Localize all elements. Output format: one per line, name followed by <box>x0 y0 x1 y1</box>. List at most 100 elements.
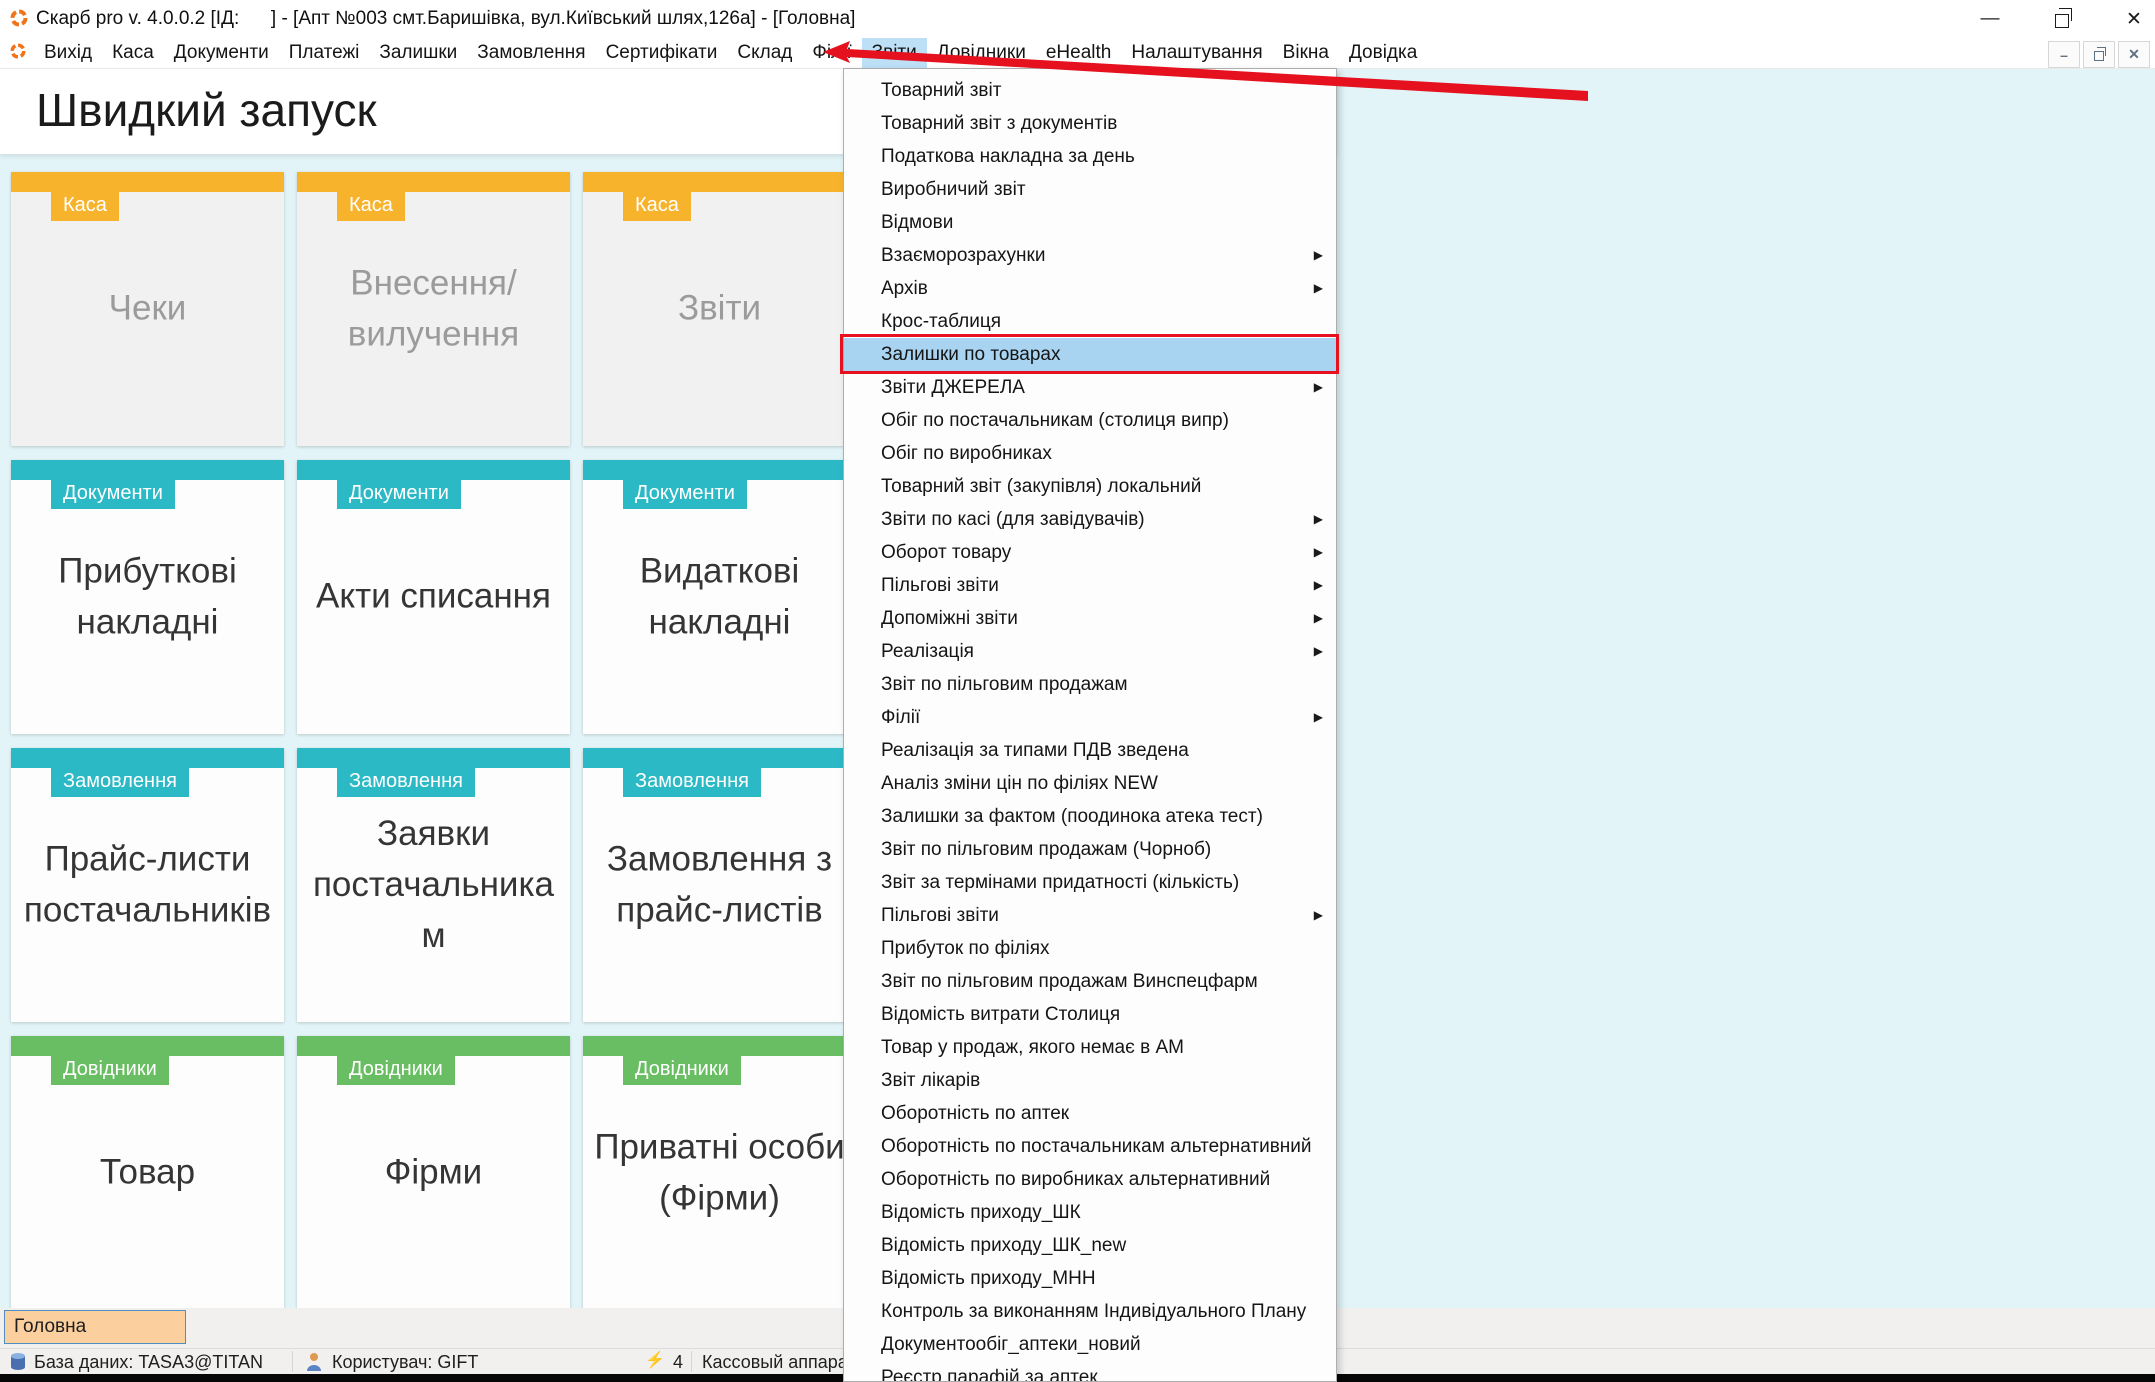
dropdown-item-21[interactable]: Аналіз зміни цін по філіях NEW <box>844 767 1336 800</box>
tile-3[interactable]: ДокументиПрибуткові накладні <box>11 460 284 734</box>
dropdown-item-28[interactable]: Відомість витрати Столиця <box>844 998 1336 1031</box>
tile-5[interactable]: ДокументиВидаткові накладні <box>583 460 856 734</box>
tile-8[interactable]: ЗамовленняЗамовлення з прайс-листів <box>583 748 856 1022</box>
dropdown-item-22[interactable]: Залишки за фактом (поодинока атека тест) <box>844 800 1336 833</box>
mdi-minimize-button[interactable]: – <box>2048 41 2080 68</box>
menubar-item-13[interactable]: Вікна <box>1273 38 1339 68</box>
menubar-item-9[interactable]: Звіти <box>862 38 927 68</box>
dropdown-item-12[interactable]: Товарний звіт (закупівля) локальний <box>844 470 1336 503</box>
dropdown-item-5[interactable]: Взаєморозрахунки▶ <box>844 239 1336 272</box>
dropdown-item-34[interactable]: Відомість приходу_ШК <box>844 1196 1336 1229</box>
dropdown-item-2[interactable]: Податкова накладна за день <box>844 140 1336 173</box>
dropdown-item-19[interactable]: Філії▶ <box>844 701 1336 734</box>
tile-11[interactable]: ДовідникиПриватні особи (Фірми) <box>583 1036 856 1310</box>
dropdown-item-24[interactable]: Звіт за термінами придатності (кількість… <box>844 866 1336 899</box>
menubar-item-label: Довідники <box>937 42 1026 63</box>
dropdown-item-6[interactable]: Архів▶ <box>844 272 1336 305</box>
statusbar-database: База даних: TASA3@TITAN <box>34 1351 263 1373</box>
dropdown-item-3[interactable]: Виробничий звіт <box>844 173 1336 206</box>
menubar-item-12[interactable]: Налаштування <box>1121 38 1272 68</box>
dropdown-item-0[interactable]: Товарний звіт <box>844 74 1336 107</box>
tile-label: Фірми <box>305 1148 562 1199</box>
dropdown-item-35[interactable]: Відомість приходу_ШК_new <box>844 1229 1336 1262</box>
submenu-arrow-icon: ▶ <box>1314 635 1323 668</box>
dropdown-item-32[interactable]: Оборотність по постачальникам альтернати… <box>844 1130 1336 1163</box>
submenu-arrow-icon: ▶ <box>1314 602 1323 635</box>
mdi-window-controls: – ✕ <box>2048 41 2150 68</box>
dropdown-item-label: Контроль за виконанням Індивідуального П… <box>881 1301 1306 1322</box>
tile-9[interactable]: ДовідникиТовар <box>11 1036 284 1310</box>
dropdown-item-37[interactable]: Контроль за виконанням Індивідуального П… <box>844 1295 1336 1328</box>
menubar-item-3[interactable]: Платежі <box>279 38 370 68</box>
dropdown-item-16[interactable]: Допоміжні звіти▶ <box>844 602 1336 635</box>
dropdown-item-17[interactable]: Реалізація▶ <box>844 635 1336 668</box>
mdi-close-button[interactable]: ✕ <box>2118 41 2150 68</box>
restore-button[interactable] <box>2039 0 2085 38</box>
menubar-item-11[interactable]: eHealth <box>1036 38 1122 68</box>
mdi-minimize-icon: – <box>2060 47 2068 63</box>
dropdown-item-29[interactable]: Товар у продаж, якого немає в АМ <box>844 1031 1336 1064</box>
statusbar-user: Користувач: GIFT <box>332 1351 478 1373</box>
menubar-item-2[interactable]: Документи <box>164 38 279 68</box>
menubar-item-6[interactable]: Сертифікати <box>596 38 728 68</box>
tile-color-bar <box>297 748 570 768</box>
dropdown-item-4[interactable]: Відмови <box>844 206 1336 239</box>
dropdown-item-26[interactable]: Прибуток по філіях <box>844 932 1336 965</box>
statusbar-separator <box>691 1351 692 1372</box>
tab-main[interactable]: Головна <box>4 1310 186 1344</box>
dropdown-item-30[interactable]: Звіт лікарів <box>844 1064 1336 1097</box>
menubar-item-0[interactable]: Вихід <box>34 38 102 68</box>
dropdown-item-label: Архів <box>881 278 928 299</box>
menubar-item-14[interactable]: Довідка <box>1339 38 1427 68</box>
dropdown-item-7[interactable]: Крос-таблиця <box>844 305 1336 338</box>
dropdown-item-8[interactable]: Залишки по товарах <box>844 338 1336 371</box>
dropdown-item-27[interactable]: Звіт по пільговим продажам Винспецфарм <box>844 965 1336 998</box>
close-button[interactable]: ✕ <box>2111 0 2155 38</box>
dropdown-item-13[interactable]: Звіти по касі (для завідувачів)▶ <box>844 503 1336 536</box>
dropdown-item-label: Залишки за фактом (поодинока атека тест) <box>881 806 1263 827</box>
tile-category-badge: Каса <box>51 192 119 221</box>
dropdown-item-14[interactable]: Оборот товару▶ <box>844 536 1336 569</box>
menubar-item-7[interactable]: Склад <box>727 38 802 68</box>
menubar-item-4[interactable]: Залишки <box>369 38 467 68</box>
tile-0[interactable]: КасаЧеки <box>11 172 284 446</box>
menubar-item-1[interactable]: Каса <box>102 38 164 68</box>
mdi-restore-button[interactable] <box>2083 41 2115 68</box>
dropdown-item-label: Оборотність по аптек <box>881 1103 1069 1124</box>
dropdown-item-39[interactable]: Реєстр парафій за аптек <box>844 1361 1336 1382</box>
dropdown-item-label: Товарний звіт <box>881 80 1001 101</box>
tile-6[interactable]: ЗамовленняПрайс-листи постачальників <box>11 748 284 1022</box>
dropdown-item-9[interactable]: Звіти ДЖЕРЕЛА▶ <box>844 371 1336 404</box>
dropdown-item-31[interactable]: Оборотність по аптек <box>844 1097 1336 1130</box>
menubar-item-10[interactable]: Довідники <box>927 38 1036 68</box>
dropdown-item-33[interactable]: Оборотність по виробниках альтернативний <box>844 1163 1336 1196</box>
tile-category-badge: Каса <box>623 192 691 221</box>
menubar-item-label: Каса <box>112 42 154 63</box>
tile-color-bar <box>583 460 856 480</box>
tile-label: Прайс-листи постачальників <box>19 834 276 936</box>
dropdown-item-1[interactable]: Товарний звіт з документів <box>844 107 1336 140</box>
dropdown-item-15[interactable]: Пільгові звіти▶ <box>844 569 1336 602</box>
titlebar: Скарб pro v. 4.0.0.2 [ІД: ] - [Апт №003 … <box>0 0 2155 38</box>
dropdown-item-11[interactable]: Обіг по виробниках <box>844 437 1336 470</box>
menubar-item-8[interactable]: Філії <box>802 38 861 68</box>
tile-7[interactable]: ЗамовленняЗаявки постачальникам <box>297 748 570 1022</box>
dropdown-item-23[interactable]: Звіт по пільговим продажам (Чорноб) <box>844 833 1336 866</box>
dropdown-item-label: Звіт по пільговим продажам Винспецфарм <box>881 971 1258 992</box>
dropdown-item-label: Відомість приходу_МНН <box>881 1268 1096 1289</box>
tile-2[interactable]: КасаЗвіти <box>583 172 856 446</box>
statusbar-separator <box>292 1351 293 1372</box>
menubar-item-5[interactable]: Замовлення <box>467 38 595 68</box>
tile-color-bar <box>297 1036 570 1056</box>
tile-4[interactable]: ДокументиАкти списання <box>297 460 570 734</box>
tile-1[interactable]: КасаВнесення/вилучення <box>297 172 570 446</box>
dropdown-item-18[interactable]: Звіт по пільговим продажам <box>844 668 1336 701</box>
dropdown-item-20[interactable]: Реалізація за типами ПДВ зведена <box>844 734 1336 767</box>
dropdown-item-10[interactable]: Обіг по постачальникам (столиця випр) <box>844 404 1336 437</box>
dropdown-item-36[interactable]: Відомість приходу_МНН <box>844 1262 1336 1295</box>
dropdown-item-38[interactable]: Документообіг_аптеки_новий <box>844 1328 1336 1361</box>
minimize-button[interactable]: — <box>1967 0 2013 38</box>
dropdown-item-25[interactable]: Пільгові звіти▶ <box>844 899 1336 932</box>
tile-10[interactable]: ДовідникиФірми <box>297 1036 570 1310</box>
window-title: Скарб pro v. 4.0.0.2 [ІД: ] - [Апт №003 … <box>36 8 855 30</box>
